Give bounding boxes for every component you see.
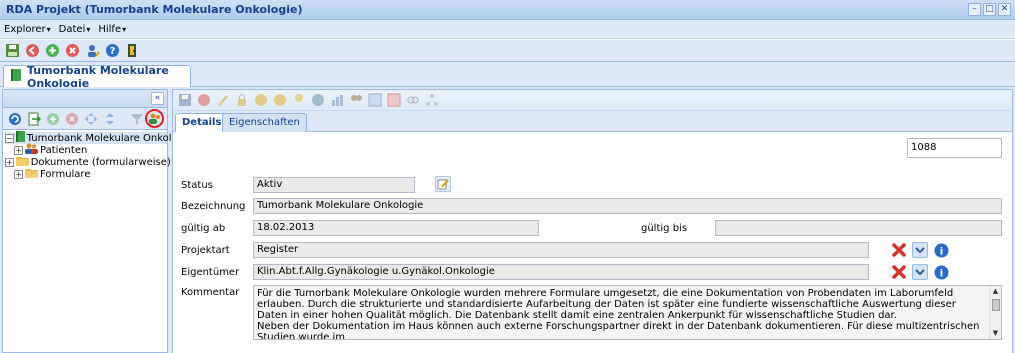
tree-item-label: Dokumente (formularweise) [30, 156, 171, 168]
svg-text:?: ? [110, 46, 116, 57]
collapse-left-icon[interactable]: « [151, 92, 164, 105]
tree-item-patienten[interactable]: + Patienten [5, 143, 167, 156]
folder-icon [25, 167, 38, 181]
info-icon[interactable] [309, 92, 326, 109]
user-group-icon[interactable] [145, 109, 164, 128]
gueltig-bis-label: gültig bis [641, 223, 688, 234]
tab-label: Tumorbank Molekulare Onkologie [27, 63, 169, 90]
tab-details[interactable]: Details [175, 113, 229, 132]
export-icon[interactable] [25, 110, 42, 127]
menu-hilfe[interactable]: Hilfe [98, 24, 126, 35]
exit-icon[interactable] [124, 42, 141, 59]
project-tree: − Tumorbank Molekulare Onkologie + Patie… [3, 130, 193, 180]
scroll-up-icon[interactable]: ▲ [990, 286, 1001, 297]
detail-panel: Details Eigenschaften 1088 Status Aktiv … [172, 89, 1013, 353]
grid-delete-icon[interactable] [385, 92, 402, 109]
tree-item-label: Formulare [40, 168, 91, 180]
main-toolbar: ? [0, 40, 1015, 62]
projektart-field[interactable]: Register [253, 242, 869, 258]
window-title: RDA Projekt (Tumorbank Molekulare Onkolo… [6, 3, 303, 16]
expand-node-icon[interactable]: + [14, 145, 23, 155]
kommentar-textarea[interactable]: Für die Tumorbank Molekulare Onkologie w… [253, 285, 1002, 340]
bezeichnung-field[interactable]: Tumorbank Molekulare Onkologie [253, 198, 1002, 214]
eigentuemer-clear-icon[interactable] [891, 264, 907, 280]
projektart-info-icon[interactable]: i [933, 242, 949, 258]
project-book-icon [10, 68, 22, 85]
expand-node-icon[interactable]: + [5, 157, 14, 167]
network-icon[interactable] [423, 92, 440, 109]
kommentar-text: Für die Tumorbank Molekulare Onkologie w… [257, 288, 980, 340]
eigentuemer-field[interactable]: Klin.Abt.f.Allg.Gynäkologie u.Gynäkol.On… [253, 264, 869, 280]
statistics-icon[interactable] [328, 92, 345, 109]
previous-icon[interactable] [252, 92, 269, 109]
tree-item-label: Tumorbank Molekulare Onkologie [26, 132, 193, 144]
tab-eigenschaften[interactable]: Eigenschaften [222, 113, 307, 132]
kommentar-label: Kommentar [181, 287, 240, 298]
bulb-icon[interactable] [290, 92, 307, 109]
grid-add-icon[interactable] [366, 92, 383, 109]
arrange-icon[interactable] [101, 110, 118, 127]
gueltig-bis-field[interactable] [715, 220, 1002, 236]
status-field[interactable]: Aktiv [253, 177, 415, 193]
collapse-node-icon[interactable]: − [5, 133, 14, 143]
lock-icon[interactable] [233, 92, 250, 109]
minimize-button[interactable]: – [968, 3, 981, 16]
menu-bar: Explorer Datei Hilfe [0, 20, 1015, 39]
move-icon[interactable] [82, 110, 99, 127]
eigentuemer-label: Eigentümer [181, 267, 240, 278]
tree-item-formulare[interactable]: + Formulare [5, 168, 167, 180]
main-tabstrip: Tumorbank Molekulare Onkologie [0, 62, 1015, 90]
add-icon[interactable] [44, 42, 61, 59]
id-field[interactable]: 1088 [907, 138, 1002, 158]
eigentuemer-dropdown-icon[interactable] [912, 264, 928, 280]
navigation-panel: « − Tumorbank Molekulare Onkologie + Pat… [2, 89, 193, 353]
detail-toolbar [173, 90, 1012, 111]
link-icon[interactable] [404, 92, 421, 109]
save-icon[interactable] [4, 42, 21, 59]
eigentuemer-info-icon[interactable]: i [933, 264, 949, 280]
help-icon[interactable]: ? [104, 42, 121, 59]
projektart-dropdown-icon[interactable] [912, 242, 928, 258]
close-button[interactable]: ✕ [998, 3, 1011, 16]
delete-icon[interactable] [64, 42, 81, 59]
tree-remove-icon[interactable] [63, 110, 80, 127]
bezeichnung-label: Bezeichnung [181, 201, 246, 212]
back-icon[interactable] [24, 42, 41, 59]
svg-text:i: i [939, 268, 942, 279]
projektart-clear-icon[interactable] [891, 242, 907, 258]
status-label: Status [181, 180, 213, 191]
scroll-down-icon[interactable]: ▼ [990, 328, 1001, 339]
tab-tumorbank[interactable]: Tumorbank Molekulare Onkologie [3, 63, 191, 90]
menu-datei[interactable]: Datei [59, 24, 91, 35]
projektart-label: Projektart [181, 245, 230, 256]
menu-explorer[interactable]: Explorer [4, 24, 51, 35]
tree-item-label: Patienten [40, 144, 88, 156]
content-frame: « − Tumorbank Molekulare Onkologie + Pat… [0, 87, 1015, 353]
tree-toolbar [3, 108, 167, 130]
window-titlebar: RDA Projekt (Tumorbank Molekulare Onkolo… [0, 0, 1015, 20]
save-icon[interactable] [176, 92, 193, 109]
tree-add-icon[interactable] [44, 110, 61, 127]
filter-icon[interactable] [128, 110, 145, 127]
detail-tabstrip: Details Eigenschaften [173, 111, 1012, 132]
window-controls: – ▢ ✕ [968, 3, 1011, 16]
status-edit-icon[interactable] [435, 176, 451, 192]
refresh-icon[interactable] [6, 110, 23, 127]
cancel-icon[interactable] [195, 92, 212, 109]
users-icon[interactable] [347, 92, 364, 109]
svg-text:i: i [939, 246, 942, 257]
gueltig-ab-label: gültig ab [181, 223, 226, 234]
next-icon[interactable] [271, 92, 288, 109]
detail-form: 1088 Status Aktiv Bezeichnung Tumorbank … [173, 132, 1012, 353]
project-book-icon [15, 131, 25, 145]
maximize-button[interactable]: ▢ [983, 3, 996, 16]
user-edit-icon[interactable] [84, 42, 101, 59]
expand-node-icon[interactable]: + [14, 169, 23, 179]
kommentar-scrollbar[interactable]: ▲ ▼ [989, 286, 1001, 339]
gueltig-ab-field[interactable]: 18.02.2013 [253, 220, 539, 236]
navigation-panel-header: « [3, 90, 167, 108]
scroll-thumb[interactable] [992, 299, 1000, 311]
edit-icon[interactable] [214, 92, 231, 109]
